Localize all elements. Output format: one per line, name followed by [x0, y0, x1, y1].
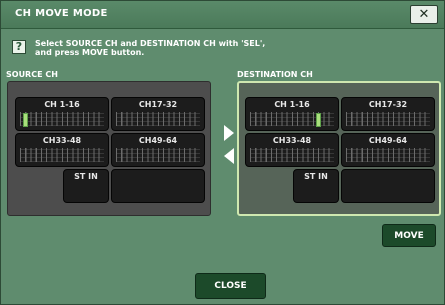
dest-tile-label: ST IN — [304, 172, 328, 181]
destination-ch-panel: CH 1-16 CH17-32 CH33-48 CH49-64 ST IN — [237, 81, 441, 216]
fader-strip — [346, 148, 430, 162]
instruction-text: Select SOURCE CH and DESTINATION CH with… — [35, 39, 265, 57]
arrow-right-icon — [224, 125, 234, 141]
ch-move-mode-dialog: CH MOVE MODE ✕ ? Select SOURCE CH and DE… — [0, 0, 445, 305]
fader-strip — [250, 148, 334, 162]
source-empty-tile — [111, 169, 205, 203]
source-tile-ch49-64[interactable]: CH49-64 — [111, 133, 205, 167]
dest-tile-ch49-64[interactable]: CH49-64 — [341, 133, 435, 167]
dest-tile-label: CH49-64 — [368, 136, 408, 145]
close-button[interactable]: CLOSE — [195, 273, 266, 299]
dest-tile-label: CH33-48 — [272, 136, 312, 145]
title-bar: CH MOVE MODE ✕ — [1, 1, 444, 29]
source-tile-label: CH 1-16 — [44, 100, 80, 109]
dest-tile-ch17-32[interactable]: CH17-32 — [341, 97, 435, 131]
source-tile-label: CH17-32 — [138, 100, 178, 109]
source-tile-label: CH49-64 — [138, 136, 178, 145]
dest-tile-label: CH 1-16 — [274, 100, 310, 109]
dialog-title: CH MOVE MODE — [15, 8, 108, 19]
sel-indicator — [23, 113, 28, 127]
dest-empty-tile — [341, 169, 435, 203]
source-ch-label: SOURCE CH — [6, 70, 58, 79]
dest-tile-st-in[interactable]: ST IN — [293, 169, 339, 203]
source-ch-panel: CH 1-16 CH17-32 CH33-48 CH49-64 ST IN — [7, 81, 211, 216]
source-tile-ch17-32[interactable]: CH17-32 — [111, 97, 205, 131]
destination-ch-label: DESTINATION CH — [237, 70, 313, 79]
arrow-left-icon — [224, 148, 234, 164]
help-icon[interactable]: ? — [12, 40, 26, 54]
source-tile-ch33-48[interactable]: CH33-48 — [15, 133, 109, 167]
fader-strip — [116, 148, 200, 162]
source-tile-label: ST IN — [74, 172, 98, 181]
instruction-line-1: Select SOURCE CH and DESTINATION CH with… — [35, 39, 266, 48]
source-tile-st-in[interactable]: ST IN — [63, 169, 109, 203]
sel-indicator — [316, 113, 321, 127]
close-x-icon[interactable]: ✕ — [410, 5, 438, 24]
fader-strip — [250, 112, 334, 126]
fader-strip — [20, 112, 104, 126]
source-tile-label: CH33-48 — [42, 136, 82, 145]
fader-strip — [346, 112, 430, 126]
dest-tile-ch1-16[interactable]: CH 1-16 — [245, 97, 339, 131]
source-tile-ch1-16[interactable]: CH 1-16 — [15, 97, 109, 131]
move-button[interactable]: MOVE — [382, 224, 436, 247]
fader-strip — [20, 148, 104, 162]
instruction-line-2: and press MOVE button. — [35, 48, 145, 57]
dest-tile-ch33-48[interactable]: CH33-48 — [245, 133, 339, 167]
fader-strip — [116, 112, 200, 126]
dest-tile-label: CH17-32 — [368, 100, 408, 109]
